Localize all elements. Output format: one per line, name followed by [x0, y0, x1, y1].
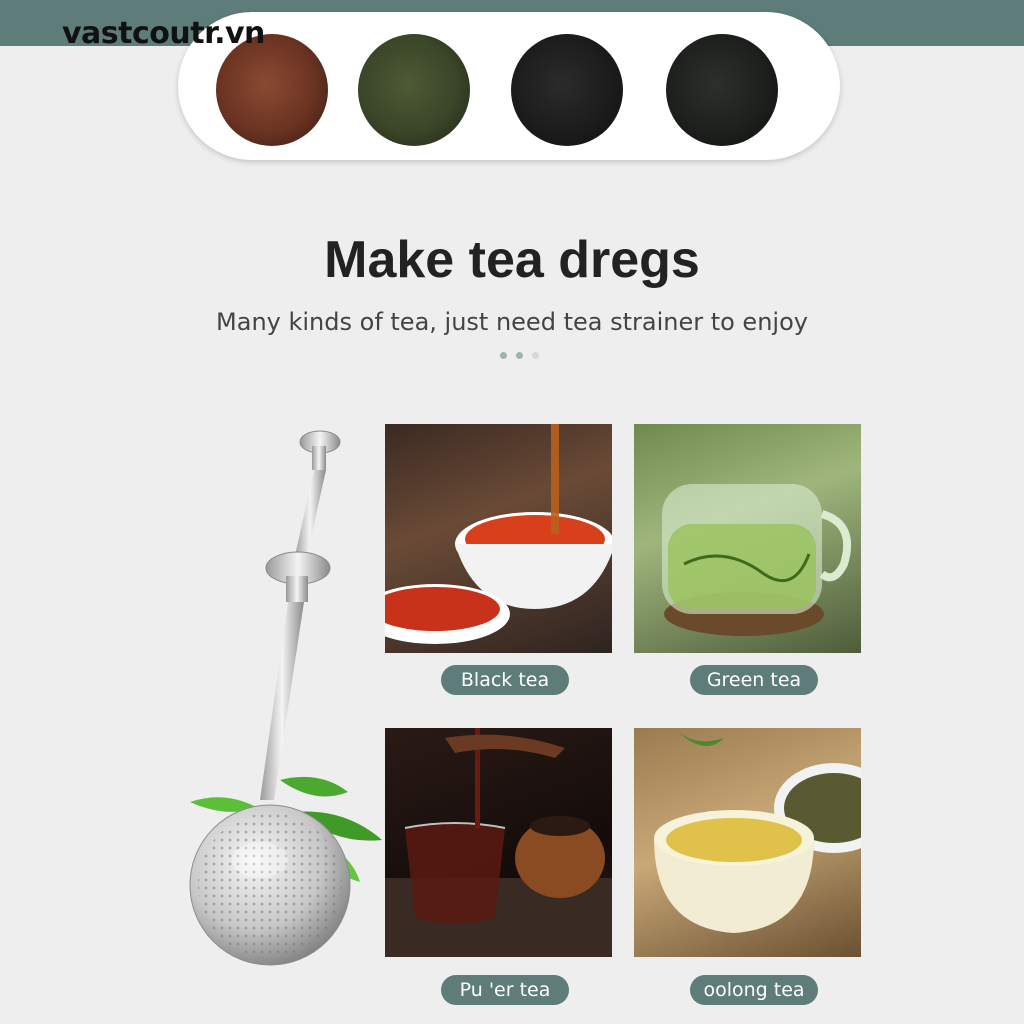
watermark-text: vastcoutr.vn	[62, 16, 265, 51]
oolong-tea-photo	[634, 728, 861, 957]
loose-tea-leaf-blend-image	[666, 34, 778, 146]
page-title: Make tea dregs	[324, 231, 700, 289]
loose-tea-leaf-jasmine-image	[511, 34, 623, 146]
green-tea-photo	[634, 424, 861, 653]
tea-strainer-image	[189, 430, 382, 966]
loose-tea-leaf-green-image	[358, 34, 470, 146]
page-subtitle: Many kinds of tea, just need tea straine…	[216, 308, 808, 336]
carousel-dot[interactable]	[532, 352, 539, 359]
puer-tea-photo	[385, 728, 612, 957]
tea-label-puer: Pu 'er tea	[441, 975, 569, 1005]
tea-label-green: Green tea	[690, 665, 818, 695]
black-tea-photo	[385, 424, 612, 653]
carousel-dots	[500, 352, 539, 359]
carousel-dot[interactable]	[500, 352, 507, 359]
tea-label-black: Black tea	[441, 665, 569, 695]
carousel-dot[interactable]	[516, 352, 523, 359]
loose-tea-strip	[178, 12, 840, 160]
tea-label-oolong: oolong tea	[690, 975, 818, 1005]
